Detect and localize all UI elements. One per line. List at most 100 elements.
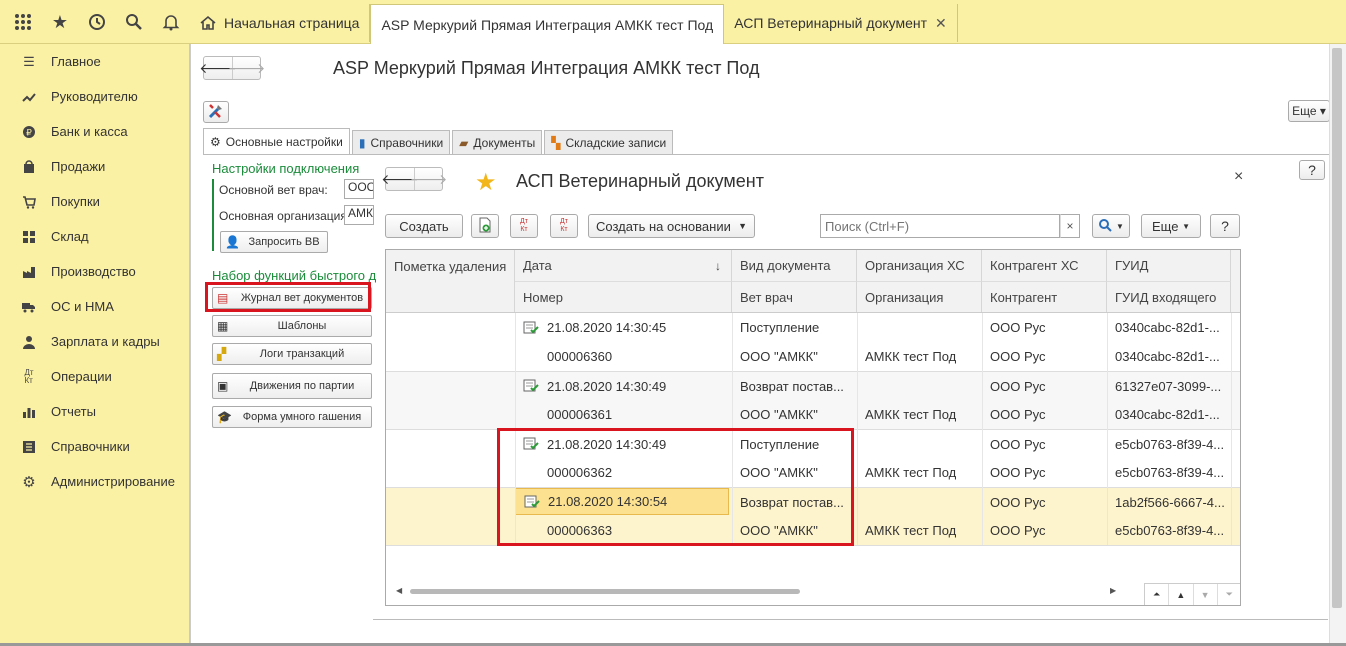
sidebar-item-label: Покупки xyxy=(51,194,100,209)
create-button[interactable]: Создать xyxy=(385,214,463,238)
cell-contractor: ООО Рус xyxy=(990,523,1046,538)
tab-home[interactable]: Начальная страница xyxy=(190,4,371,42)
sidebar-item-main[interactable]: ☰ Главное xyxy=(0,44,189,79)
graduation-icon: 🎓 xyxy=(217,410,232,424)
search-input[interactable] xyxy=(820,214,1060,238)
tab-documents[interactable]: ▰ Документы xyxy=(452,130,543,154)
add-doc-icon xyxy=(478,217,492,236)
tab-main-settings[interactable]: ⚙ Основные настройки xyxy=(203,128,350,154)
sidebar-item-directories[interactable]: Справочники xyxy=(0,429,189,464)
row-nav-group: ⏶ ▲ ▼ ⏷ xyxy=(1144,583,1240,605)
more-button[interactable]: Еще ▾ xyxy=(1288,100,1330,122)
posted-doc-icon xyxy=(523,379,539,393)
sidebar-item-salary[interactable]: Зарплата и кадры xyxy=(0,324,189,359)
col-org-hs[interactable]: Организация ХС xyxy=(857,250,982,281)
first-row-icon[interactable]: ⏶ xyxy=(1145,584,1170,605)
col-delete-mark[interactable]: Пометка удаления xyxy=(386,250,515,312)
sidebar-item-label: Склад xyxy=(51,229,89,244)
history-icon[interactable] xyxy=(84,9,110,35)
dt-label: Дт xyxy=(560,218,568,225)
star-icon[interactable]: ★ xyxy=(47,9,73,35)
cell-date: 21.08.2020 14:30:45 xyxy=(515,313,732,342)
prev-row-icon[interactable]: ▲ xyxy=(1169,584,1194,605)
cell-org-hs xyxy=(857,372,982,400)
cell-contractor-hs: ООО Рус xyxy=(990,436,1046,452)
horizontal-scrollbar[interactable] xyxy=(410,589,800,594)
logs-icon: ▞ xyxy=(217,347,227,361)
form-more-button[interactable]: Еще ▼ xyxy=(1141,214,1201,238)
sidebar-item-sales[interactable]: Продажи xyxy=(0,149,189,184)
chevron-down-icon: ▼ xyxy=(1182,221,1190,231)
copy-add-button[interactable] xyxy=(471,214,499,238)
form-help-button[interactable]: ? xyxy=(1210,214,1240,238)
main-vertical-scrollbar[interactable] xyxy=(1329,44,1346,643)
favorite-star-icon[interactable]: ★ xyxy=(475,168,497,197)
apps-grid-icon[interactable] xyxy=(10,9,36,35)
quick-functions-title: Набор функций быстрого д xyxy=(212,268,377,283)
sidebar-item-admin[interactable]: ⚙ Администрирование xyxy=(0,464,189,499)
cell-guid: 61327e07-3099-... xyxy=(1115,378,1222,394)
create-on-basis-button[interactable]: Создать на основании ▼ xyxy=(588,214,755,238)
col-guid[interactable]: ГУИД xyxy=(1107,250,1231,281)
top-icons: ★ xyxy=(0,0,190,44)
vet-doctor-field[interactable]: ООО xyxy=(344,179,374,199)
last-row-icon[interactable]: ⏷ xyxy=(1218,584,1240,605)
col-organization[interactable]: Организация xyxy=(857,281,982,312)
scroll-left-icon[interactable]: ◀ xyxy=(396,586,402,595)
trend-icon xyxy=(22,90,36,104)
batch-movements-button[interactable]: ▣ Движения по партии xyxy=(212,373,372,399)
transaction-logs-button[interactable]: ▞ Логи транзакций xyxy=(212,343,372,365)
cell-org-hs xyxy=(857,313,982,342)
request-vv-button[interactable]: 👤 Запросить ВВ xyxy=(220,231,328,253)
bell-icon[interactable] xyxy=(158,9,184,35)
sidebar-item-warehouse[interactable]: Склад xyxy=(0,219,189,254)
sidebar-item-bank[interactable]: ₽ Банк и касса xyxy=(0,114,189,149)
sidebar-item-reports[interactable]: Отчеты xyxy=(0,394,189,429)
sidebar-item-label: Продажи xyxy=(51,159,106,174)
search-clear-button[interactable]: × xyxy=(1060,214,1080,238)
chevron-down-icon: ▼ xyxy=(738,221,748,231)
col-date-label: Дата xyxy=(523,258,552,273)
cell-org-hs xyxy=(857,488,982,516)
tab-asp-mercury[interactable]: ASP Меркурий Прямая Интеграция АМКК тест… xyxy=(370,4,725,44)
sidebar-item-purchases[interactable]: Покупки xyxy=(0,184,189,219)
col-contractor[interactable]: Контрагент xyxy=(982,281,1107,312)
sidebar-item-production[interactable]: Производство xyxy=(0,254,189,289)
button-label: Шаблоны xyxy=(277,320,327,332)
templates-button[interactable]: ▦ Шаблоны xyxy=(212,315,372,337)
col-vet[interactable]: Вет врач xyxy=(732,281,857,312)
sidebar-item-assets[interactable]: ОС и НМА xyxy=(0,289,189,324)
search-icon[interactable] xyxy=(121,9,147,35)
cell-guid-incoming: e5cb0763-8f39-4... xyxy=(1115,465,1225,480)
warehouse-icon xyxy=(22,230,36,244)
col-doc-type[interactable]: Вид документа xyxy=(732,250,857,281)
cell-contractor: ООО Рус xyxy=(990,407,1046,422)
next-row-icon[interactable]: ▼ xyxy=(1194,584,1218,605)
cell-guid-incoming: 0340cabc-82d1-... xyxy=(1115,349,1220,364)
close-icon[interactable]: ✕ xyxy=(935,15,947,32)
forward-button[interactable]: 🡒 xyxy=(228,57,265,79)
tab-warehouse-records[interactable]: ▚ Складские записи xyxy=(544,130,674,154)
form-close-icon[interactable]: × xyxy=(1234,168,1243,186)
col-contractor-hs[interactable]: Контрагент ХС xyxy=(982,250,1107,281)
scroll-right-icon[interactable]: ▶ xyxy=(1110,586,1116,595)
col-date[interactable]: Дата ↓ xyxy=(515,250,732,281)
form-forward-button[interactable]: 🡒 xyxy=(410,168,447,190)
tab-directories[interactable]: ▮ Справочники xyxy=(351,130,451,154)
scrollbar-thumb[interactable] xyxy=(1332,48,1342,608)
col-guid-incoming[interactable]: ГУИД входящего xyxy=(1107,281,1231,312)
unpost-doc-button[interactable]: Дт Кт xyxy=(550,214,578,238)
sidebar-item-operations[interactable]: Дт Кт Операции xyxy=(0,359,189,394)
sidebar-item-manager[interactable]: Руководителю xyxy=(0,79,189,114)
organization-field[interactable]: АМКК xyxy=(344,205,374,225)
search-options-button[interactable]: ▼ xyxy=(1092,214,1130,238)
post-doc-button[interactable]: Дт Кт xyxy=(510,214,538,238)
settings-tools-button[interactable] xyxy=(203,101,229,123)
cell-guid: 0340cabc-82d1-... xyxy=(1115,320,1220,335)
basket-icon xyxy=(22,195,36,209)
cell-organization: АМКК тест Под xyxy=(865,349,957,364)
col-number[interactable]: Номер xyxy=(515,281,732,312)
smart-repayment-button[interactable]: 🎓 Форма умного гашения xyxy=(212,406,372,428)
tab-vet-document[interactable]: АСП Ветеринарный документ ✕ xyxy=(724,4,958,42)
cell-organization: АМКК тест Под xyxy=(865,465,957,480)
